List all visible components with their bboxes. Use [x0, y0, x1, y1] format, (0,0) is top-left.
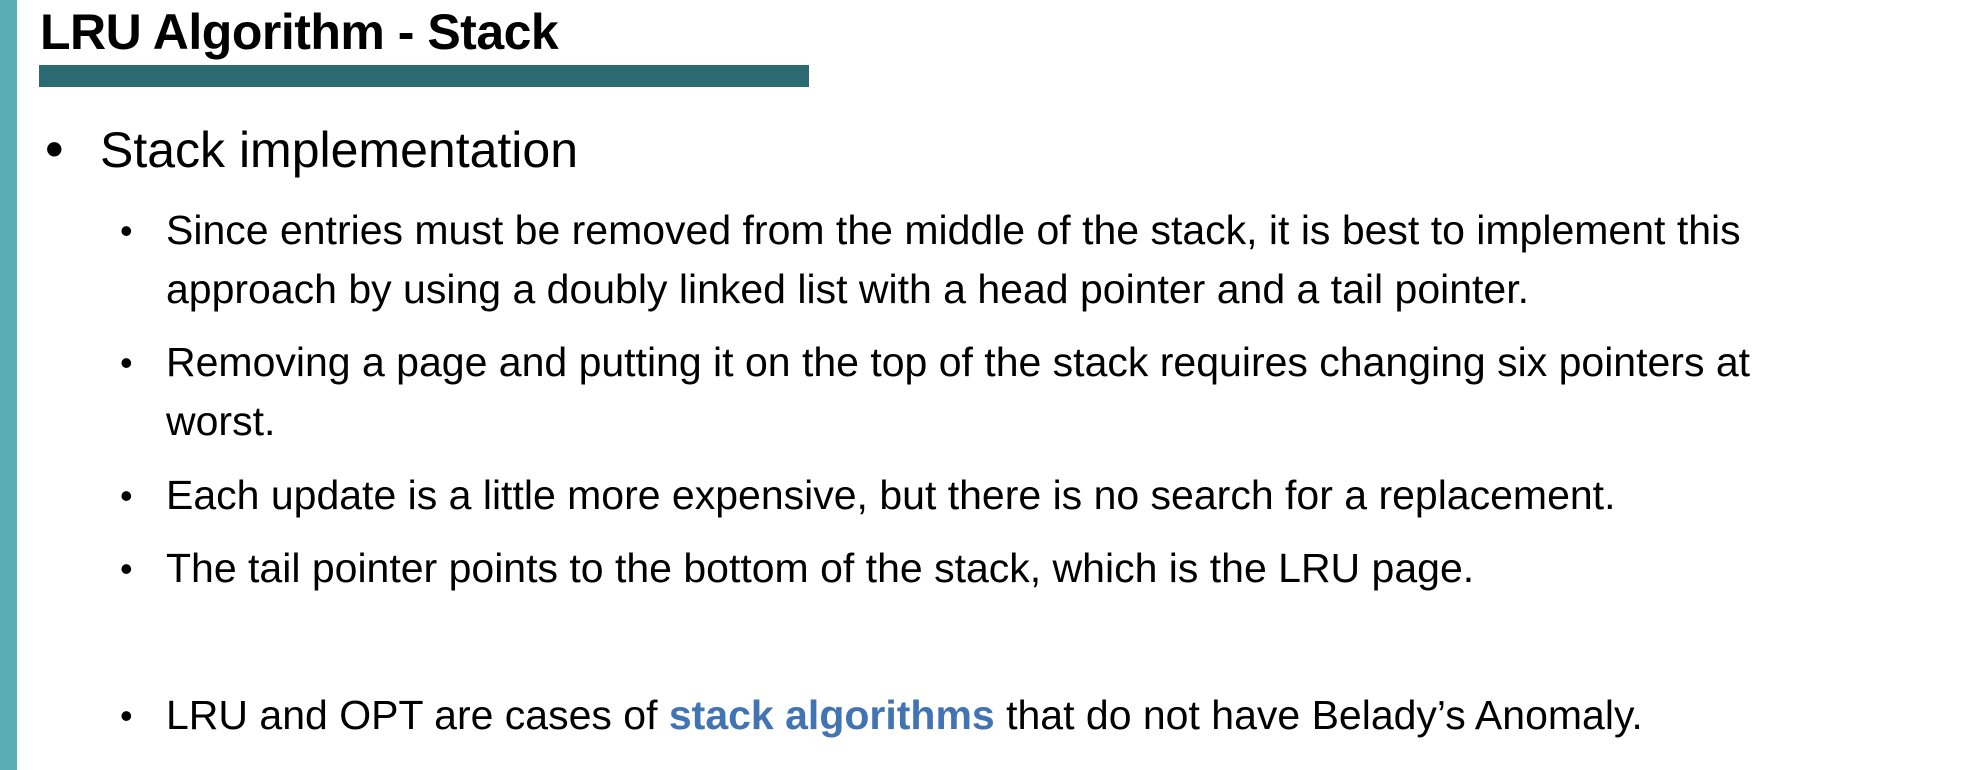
- bullet-icon: •: [120, 210, 133, 251]
- slide-title: LRU Algorithm - Stack: [40, 4, 559, 60]
- sub-bullet-3: • Each update is a little more expensive…: [0, 466, 1964, 526]
- final-bullet-text-after: that do not have Belady’s Anomaly.: [994, 692, 1643, 738]
- bullet-icon: •: [120, 342, 133, 383]
- sub-bullet-2: • Removing a page and putting it on the …: [0, 333, 1964, 453]
- title-underline: [39, 65, 809, 87]
- bullet-icon: •: [120, 475, 133, 516]
- sub-bullet-1: • Since entries must be removed from the…: [0, 201, 1964, 321]
- sub-bullet-4-line-1: The tail pointer points to the bottom of…: [166, 545, 1475, 591]
- sub-bullet-3-line-1: Each update is a little more expensive, …: [166, 472, 1616, 518]
- level1-bullet-text: Stack implementation: [100, 122, 579, 178]
- sub-bullet-2-line-2: worst.: [166, 398, 276, 444]
- sub-bullet-1-line-1: Since entries must be removed from the m…: [166, 207, 1741, 253]
- sub-bullet-4: • The tail pointer points to the bottom …: [0, 539, 1964, 599]
- final-bullet-text-before: LRU and OPT are cases of: [166, 692, 669, 738]
- stack-algorithms-highlight: stack algorithms: [668, 692, 995, 738]
- sub-bullet-2-line-1: Removing a page and putting it on the to…: [166, 339, 1751, 385]
- sub-bullet-5-line-1: LRU and OPT are cases of stack algorithm…: [166, 686, 1643, 745]
- bullet-icon: •: [45, 120, 64, 179]
- bullet-icon: •: [120, 548, 133, 589]
- sub-bullet-5: • LRU and OPT are cases of stack algorit…: [0, 686, 1964, 746]
- sub-bullet-1-line-2: approach by using a doubly linked list w…: [166, 266, 1530, 312]
- bullet-icon: •: [120, 695, 133, 736]
